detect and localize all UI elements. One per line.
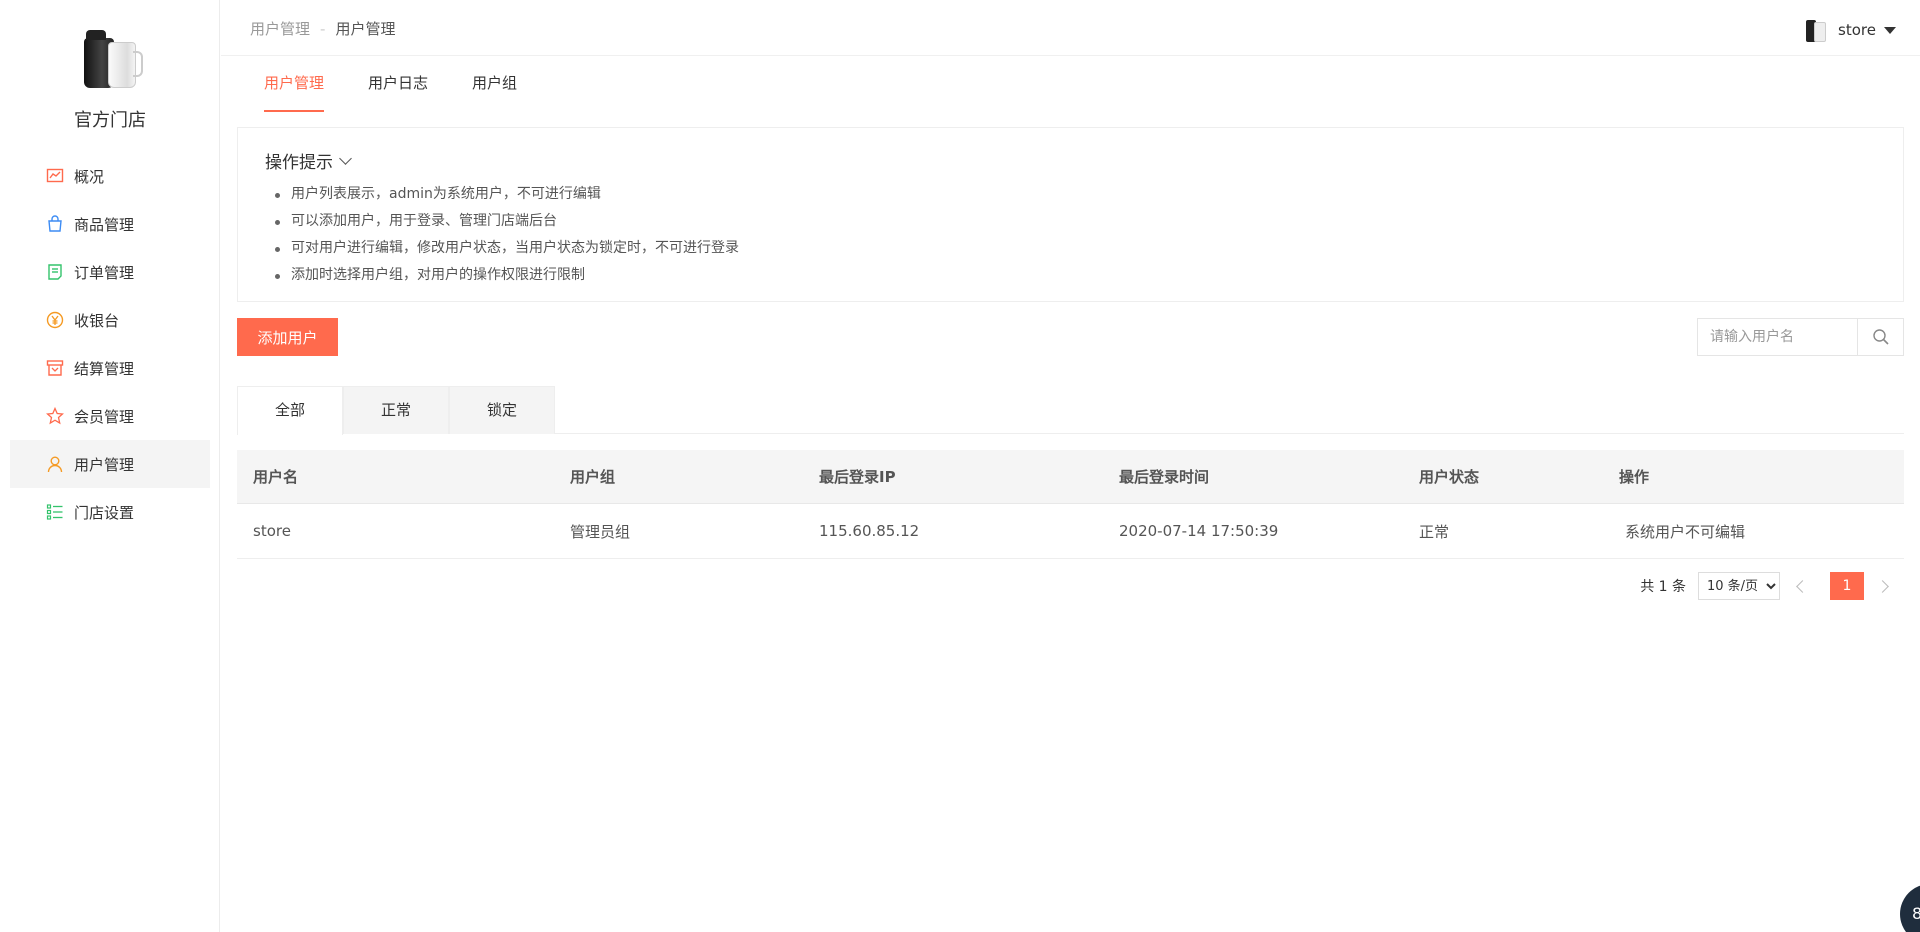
cell-actions: 系统用户不可编辑 <box>1625 522 1746 541</box>
column-header-status: 用户状态 <box>1419 468 1480 486</box>
breadcrumb-item[interactable]: 用户管理 <box>250 20 310 38</box>
tab-user-group[interactable]: 用户组 <box>472 56 517 112</box>
settlement-icon <box>46 360 64 376</box>
prev-page-button[interactable] <box>1790 572 1810 600</box>
total-count: 共 1 条 <box>1640 579 1686 595</box>
cell-last-login-time: 2020-07-14 17:50:39 <box>1119 522 1279 540</box>
store-logo-area: 官方门店 <box>0 26 220 132</box>
sidebar-item-orders[interactable]: 订单管理 <box>10 248 210 296</box>
table-row: store 管理员组 115.60.85.12 2020-07-14 17:50… <box>237 504 1904 559</box>
column-header-username: 用户名 <box>253 468 299 486</box>
tab-locked[interactable]: 锁定 <box>449 386 555 434</box>
tip-item: 可以添加用户，用于登录、管理门店端后台 <box>275 208 739 235</box>
search-icon <box>1872 329 1889 345</box>
search-button[interactable] <box>1857 319 1903 355</box>
next-page-button[interactable] <box>1874 572 1894 600</box>
chevron-left-icon <box>1795 579 1809 593</box>
search-box <box>1697 318 1904 356</box>
member-star-icon <box>46 407 64 425</box>
tab-all[interactable]: 全部 <box>237 386 343 435</box>
breadcrumb-separator: - <box>320 20 326 38</box>
caret-down-icon <box>1884 26 1896 34</box>
store-name: 官方门店 <box>74 110 146 131</box>
tips-list: 用户列表展示，admin为系统用户，不可进行编辑 可以添加用户，用于登录、管理门… <box>275 181 739 289</box>
add-user-button[interactable]: 添加用户 <box>237 318 338 356</box>
store-logo <box>74 26 146 92</box>
page-size-select[interactable]: 10 条/页 <box>1698 572 1780 600</box>
breadcrumb-current: 用户管理 <box>335 20 396 38</box>
sidebar-item-label: 结算管理 <box>74 359 135 378</box>
sub-tabs: 用户管理 用户日志 用户组 <box>264 56 561 112</box>
tab-user-management[interactable]: 用户管理 <box>264 56 325 112</box>
sidebar-item-settlement[interactable]: 结算管理 <box>10 344 210 392</box>
column-header-user-group: 用户组 <box>570 468 616 486</box>
sidebar-item-label: 会员管理 <box>74 407 135 426</box>
pagination: 共 1 条 10 条/页 1 <box>1640 572 1904 600</box>
sidebar-nav: 概况 商品管理 订单管理 收银台 结算管理 会员管理 用户管理 门店设置 <box>10 152 210 536</box>
operation-tips: 操作提示 用户列表展示，admin为系统用户，不可进行编辑 可以添加用户，用于登… <box>237 127 1904 302</box>
tab-normal[interactable]: 正常 <box>343 386 449 434</box>
sidebar-item-users[interactable]: 用户管理 <box>10 440 210 488</box>
search-input[interactable] <box>1698 319 1857 355</box>
cell-status: 正常 <box>1419 522 1450 541</box>
sidebar-item-goods[interactable]: 商品管理 <box>10 200 210 248</box>
page-number-current[interactable]: 1 <box>1830 572 1864 600</box>
order-list-icon <box>48 264 62 280</box>
status-filter-tabs: 全部 正常 锁定 <box>237 386 1904 435</box>
settings-list-icon <box>46 504 63 520</box>
chart-icon <box>46 168 64 183</box>
sidebar-item-label: 收银台 <box>74 311 120 330</box>
sidebar-item-label: 概况 <box>74 167 105 186</box>
column-header-last-ip: 最后登录IP <box>819 468 896 486</box>
cell-last-ip: 115.60.85.12 <box>819 522 920 540</box>
column-header-last-login-time: 最后登录时间 <box>1119 468 1210 486</box>
cell-user-group: 管理员组 <box>570 522 631 541</box>
table-header: 用户名 用户组 最后登录IP 最后登录时间 用户状态 操作 <box>237 450 1904 504</box>
tip-item: 添加时选择用户组，对用户的操作权限进行限制 <box>275 262 739 289</box>
sidebar-item-members[interactable]: 会员管理 <box>10 392 210 440</box>
tab-user-log[interactable]: 用户日志 <box>368 56 428 112</box>
floating-widget[interactable]: 8 <box>1900 884 1920 932</box>
tips-title: 操作提示 <box>265 153 333 173</box>
chevron-down-icon <box>339 151 352 165</box>
shopping-bag-icon <box>48 215 62 232</box>
avatar <box>1802 16 1830 44</box>
tip-item: 可对用户进行编辑，修改用户状态，当用户状态为锁定时，不可进行登录 <box>275 235 739 262</box>
cashier-icon <box>46 311 64 329</box>
sidebar-item-store-settings[interactable]: 门店设置 <box>10 488 210 536</box>
sidebar-item-label: 商品管理 <box>74 215 135 234</box>
sidebar-item-overview[interactable]: 概况 <box>10 152 210 200</box>
sidebar: 官方门店 概况 商品管理 订单管理 收银台 结算管理 会员管理 用户管理 门店设… <box>0 0 220 932</box>
sidebar-item-label: 订单管理 <box>74 263 135 282</box>
tips-toggle[interactable]: 操作提示 <box>265 148 352 173</box>
chevron-right-icon <box>1875 579 1889 593</box>
user-table: 用户名 用户组 最后登录IP 最后登录时间 用户状态 操作 store 管理员组… <box>237 450 1904 559</box>
top-header: 用户管理 - 用户管理 store <box>221 0 1920 56</box>
user-menu[interactable]: store <box>1802 16 1896 44</box>
sidebar-item-label: 用户管理 <box>74 455 135 474</box>
user-icon <box>47 456 63 473</box>
cell-username: store <box>253 522 291 540</box>
tip-item: 用户列表展示，admin为系统用户，不可进行编辑 <box>275 181 739 208</box>
sidebar-item-label: 门店设置 <box>74 503 135 522</box>
sidebar-item-cashier[interactable]: 收银台 <box>10 296 210 344</box>
user-name: store <box>1838 21 1876 39</box>
column-header-actions: 操作 <box>1619 468 1650 486</box>
breadcrumb: 用户管理 - 用户管理 <box>250 18 395 39</box>
